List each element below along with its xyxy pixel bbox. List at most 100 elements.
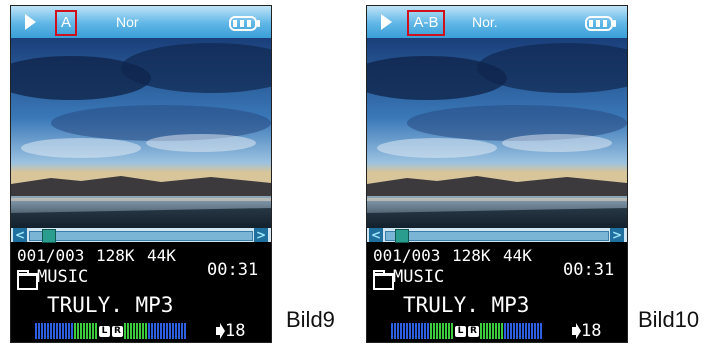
level-segment [492, 323, 494, 339]
level-segment [486, 323, 488, 339]
level-segment [480, 323, 482, 339]
level-segment [166, 323, 168, 339]
player-screen-1: A Nor < > 001/003 128K 44K 00:31 MUSIC T… [10, 5, 272, 343]
level-segment [519, 323, 521, 339]
level-segment [77, 323, 79, 339]
level-segment [430, 323, 432, 339]
level-segment [38, 323, 40, 339]
level-segment [145, 323, 147, 339]
file-name: TRULY. MP3 [403, 293, 530, 317]
level-segment [181, 323, 183, 339]
level-meter: L R [391, 322, 543, 340]
track-info-panel: 001/003 128K 44K 00:31 MUSIC TRULY. MP3 … [11, 242, 271, 342]
battery-icon [585, 16, 616, 31]
level-segment [175, 323, 177, 339]
level-segment [483, 323, 485, 339]
level-segment [528, 323, 530, 339]
seek-arrow-icon[interactable]: < [369, 228, 383, 242]
level-meter-left [35, 323, 98, 339]
seek-track[interactable] [385, 231, 609, 241]
figure-caption: Bild9 [286, 307, 335, 332]
level-segment [424, 323, 426, 339]
level-segment [133, 323, 135, 339]
track-counter: 001/003 [17, 246, 85, 265]
level-segment [522, 323, 524, 339]
level-meter-right [480, 323, 543, 339]
elapsed-time: 00:31 [563, 260, 615, 280]
level-segment [516, 323, 518, 339]
level-segment [86, 323, 88, 339]
level-segment [154, 323, 156, 339]
level-segment [130, 323, 132, 339]
level-segment [412, 323, 414, 339]
level-segment [160, 323, 162, 339]
level-meter-right [124, 323, 187, 339]
volume-indicator: 18 [216, 321, 245, 341]
volume-icon [572, 323, 581, 339]
level-segment [124, 323, 126, 339]
level-segment [504, 323, 506, 339]
track-info-panel: 001/003 128K 44K 00:31 MUSIC TRULY. MP3 … [367, 242, 627, 342]
volume-indicator: 18 [572, 321, 601, 341]
level-segment [445, 323, 447, 339]
level-segment [178, 323, 180, 339]
level-segment [397, 323, 399, 339]
level-segment [451, 323, 453, 339]
elapsed-time: 00:31 [207, 260, 259, 280]
level-segment [74, 323, 76, 339]
figure-caption: Bild10 [638, 307, 700, 332]
level-segment [406, 323, 408, 339]
folder-icon [17, 270, 38, 290]
level-segment [501, 323, 503, 339]
seek-arrow-icon[interactable]: > [610, 228, 624, 242]
level-segment [163, 323, 165, 339]
status-bar: A-B Nor. [367, 6, 627, 38]
level-segment [507, 323, 509, 339]
level-segment [531, 323, 533, 339]
seek-arrow-icon[interactable]: > [254, 228, 268, 242]
level-segment [157, 323, 159, 339]
seek-thumb[interactable] [395, 229, 409, 243]
bitrate-label: 128K [452, 246, 491, 265]
level-segment [92, 323, 94, 339]
folder-name: MUSIC [393, 267, 445, 287]
level-segment [44, 323, 46, 339]
repeat-mode-indicator: A-B [407, 10, 445, 36]
seek-bar[interactable]: < > [11, 228, 271, 243]
level-segment [169, 323, 171, 339]
level-segment [421, 323, 423, 339]
level-segment [409, 323, 411, 339]
level-meter-left [391, 323, 454, 339]
bitrate-label: 128K [96, 246, 135, 265]
folder-icon [373, 270, 394, 290]
level-segment [139, 323, 141, 339]
level-segment [59, 323, 61, 339]
level-segment [47, 323, 49, 339]
repeat-mode-indicator: A [55, 10, 77, 36]
lr-icon: R [112, 325, 123, 337]
level-segment [184, 323, 186, 339]
seek-track[interactable] [29, 231, 253, 241]
album-art-image [367, 38, 627, 228]
volume-icon [216, 323, 225, 339]
lr-icon: R [468, 325, 479, 337]
eq-mode-label: Nor. [472, 14, 498, 30]
level-segment [436, 323, 438, 339]
eq-mode-label: Nor [116, 14, 139, 30]
level-segment [394, 323, 396, 339]
track-counter: 001/003 [373, 246, 441, 265]
level-segment [391, 323, 393, 339]
level-segment [50, 323, 52, 339]
level-segment [439, 323, 441, 339]
seek-bar[interactable]: < > [367, 228, 627, 243]
level-segment [498, 323, 500, 339]
level-meter: L R [35, 322, 187, 340]
level-segment [151, 323, 153, 339]
play-icon [25, 14, 36, 30]
seek-thumb[interactable] [42, 229, 56, 243]
level-segment [400, 323, 402, 339]
seek-arrow-icon[interactable]: < [13, 228, 27, 242]
folder-name: MUSIC [37, 267, 89, 287]
battery-icon [229, 16, 260, 31]
volume-value: 18 [581, 321, 602, 341]
